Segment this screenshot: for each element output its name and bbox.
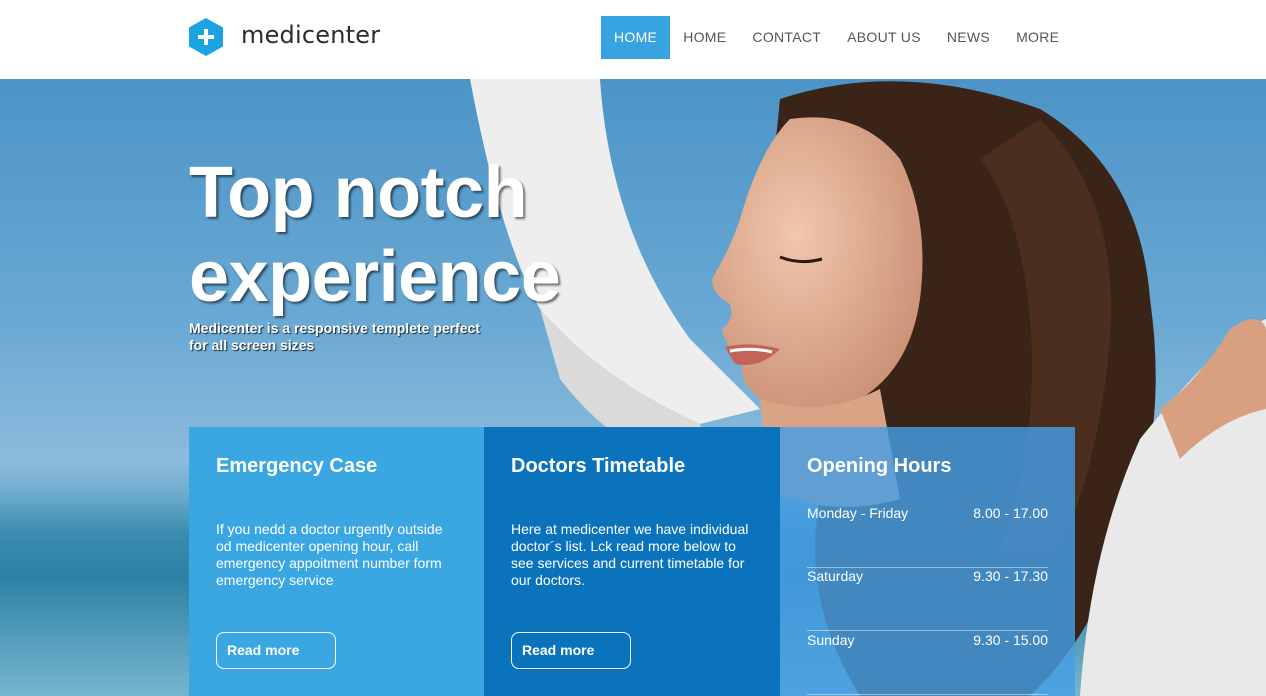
opening-hours-box: Opening Hours Monday - Friday 8.00 - 17.… [780, 427, 1075, 696]
doctors-timetable-box: Doctors Timetable Here at medicenter we … [484, 427, 780, 696]
nav-item-home-active[interactable]: HOME [601, 16, 671, 59]
nav-item-about-us[interactable]: ABOUT US [834, 16, 934, 59]
hours-time: 8.00 - 17.00 [973, 505, 1048, 521]
read-more-button[interactable]: Read more [216, 632, 336, 669]
read-more-button[interactable]: Read more [511, 632, 631, 669]
medical-cross-hexagon-icon [189, 18, 223, 56]
hero-title: Top notch experience [189, 151, 749, 319]
box-title: Doctors Timetable [511, 455, 686, 477]
hours-time: 9.30 - 17.30 [973, 568, 1048, 584]
hours-row: Saturday 9.30 - 17.30 [807, 568, 1048, 631]
hours-row: Sunday 9.30 - 15.00 [807, 632, 1048, 695]
box-title: Emergency Case [216, 455, 378, 477]
nav-item-news[interactable]: NEWS [934, 16, 1003, 59]
box-text: If you nedd a doctor urgently outside od… [216, 521, 443, 588]
hero-title-line-1: Top notch [189, 153, 528, 233]
hours-time: 9.30 - 15.00 [973, 632, 1048, 648]
nav-item-contact[interactable]: CONTACT [739, 16, 834, 59]
box-title: Opening Hours [807, 455, 952, 477]
nav-item-home[interactable]: HOME [670, 16, 739, 59]
hours-day: Sunday [807, 632, 855, 648]
box-text: Here at medicenter we have individual do… [511, 521, 749, 588]
logo[interactable]: medicenter [189, 18, 380, 56]
hero-title-line-2: experience [189, 237, 561, 317]
hours-row: Monday - Friday 8.00 - 17.00 [807, 505, 1048, 568]
hours-day: Monday - Friday [807, 505, 909, 521]
hero-subtitle: Medicenter is a responsive templete perf… [189, 320, 480, 353]
nav-item-more[interactable]: MORE [1003, 16, 1072, 59]
site-header: medicenter HOME HOME CONTACT ABOUT US NE… [0, 0, 1266, 79]
main-nav: HOME HOME CONTACT ABOUT US NEWS MORE [601, 16, 1072, 59]
hours-day: Saturday [807, 568, 864, 584]
emergency-case-box: Emergency Case If you nedd a doctor urge… [189, 427, 485, 696]
logo-text: medicenter [241, 21, 381, 49]
